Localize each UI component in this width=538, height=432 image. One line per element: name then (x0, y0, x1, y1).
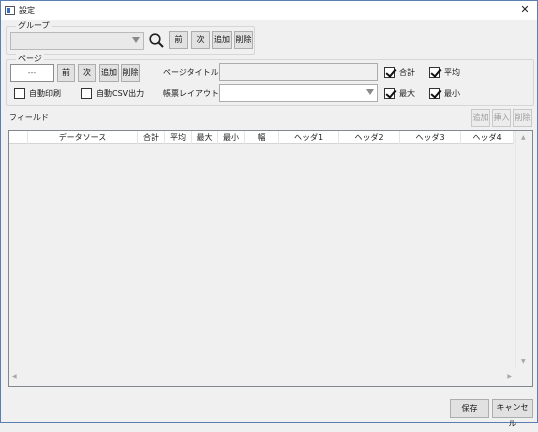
column-avg[interactable]: 平均 (165, 131, 192, 144)
page-title-label: ページタイトル： (163, 68, 227, 77)
settings-window: 設定 ✕ グループ 前 次 追加 削除 ページ --- 前 次 追加 削除 ペー… (0, 0, 538, 428)
layout-label: 帳票レイアウト： (163, 89, 227, 98)
group-add-button[interactable]: 追加 (212, 31, 232, 49)
fields-grid[interactable]: データソース 合計 平均 最大 最小 幅 ヘッダ1 ヘッダ2 ヘッダ3 ヘッダ4… (8, 130, 533, 387)
scroll-down-icon[interactable]: ▼ (521, 358, 526, 366)
chevron-down-icon (132, 37, 140, 43)
column-max[interactable]: 最大 (192, 131, 218, 144)
column-header3[interactable]: ヘッダ3 (400, 131, 461, 144)
group-select[interactable] (10, 32, 144, 50)
field-add-button[interactable]: 追加 (471, 109, 490, 127)
field-delete-button[interactable]: 削除 (513, 109, 532, 127)
window-title: 設定 (19, 6, 35, 15)
column-min[interactable]: 最小 (218, 131, 245, 144)
max-checkbox[interactable] (384, 88, 395, 99)
page-delete-button[interactable]: 削除 (121, 64, 140, 82)
field-insert-button[interactable]: 挿入 (492, 109, 511, 127)
column-header4[interactable]: ヘッダ4 (461, 131, 514, 144)
group-legend: グループ (16, 21, 52, 31)
grid-header: データソース 合計 平均 最大 最小 幅 ヘッダ1 ヘッダ2 ヘッダ3 ヘッダ4 (9, 131, 514, 144)
save-button[interactable]: 保存 (450, 399, 489, 418)
page-legend: ページ (16, 54, 44, 64)
cancel-button[interactable]: キャンセル (492, 399, 533, 428)
avg-checkbox[interactable] (429, 67, 440, 78)
auto-print-label: 自動印刷 (29, 89, 61, 98)
vertical-scrollbar[interactable]: ▲ ▼ (515, 131, 532, 369)
avg-label: 平均 (444, 68, 460, 77)
layout-select[interactable] (219, 84, 378, 102)
group-next-button[interactable]: 次 (191, 31, 210, 49)
auto-csv-checkbox[interactable] (81, 88, 92, 99)
chevron-down-icon (366, 89, 374, 95)
group-prev-button[interactable]: 前 (169, 31, 188, 49)
horizontal-scrollbar[interactable]: ◀ ▶ (9, 369, 515, 386)
fields-label: フィールド (9, 113, 49, 122)
sum-label: 合計 (399, 68, 415, 77)
min-checkbox[interactable] (429, 88, 440, 99)
app-icon (5, 6, 15, 15)
page-next-button[interactable]: 次 (78, 64, 96, 82)
close-button[interactable]: ✕ (517, 2, 533, 18)
page-prev-button[interactable]: 前 (57, 64, 75, 82)
sum-checkbox[interactable] (384, 67, 395, 78)
group-delete-button[interactable]: 削除 (234, 31, 253, 49)
scroll-left-icon[interactable]: ◀ (12, 373, 17, 381)
row-header-column (9, 131, 28, 144)
page-number-field[interactable]: --- (10, 64, 54, 82)
scroll-up-icon[interactable]: ▲ (521, 134, 526, 142)
page-add-button[interactable]: 追加 (99, 64, 119, 82)
max-label: 最大 (399, 89, 415, 98)
page-title-field[interactable] (219, 63, 378, 81)
min-label: 最小 (444, 89, 460, 98)
column-width[interactable]: 幅 (245, 131, 279, 144)
column-sum[interactable]: 合計 (138, 131, 165, 144)
auto-csv-label: 自動CSV出力 (96, 89, 145, 98)
auto-print-checkbox[interactable] (14, 88, 25, 99)
column-header1[interactable]: ヘッダ1 (279, 131, 339, 144)
search-icon[interactable] (148, 32, 165, 49)
column-header2[interactable]: ヘッダ2 (339, 131, 400, 144)
title-bar: 設定 ✕ (1, 1, 537, 20)
scroll-right-icon[interactable]: ▶ (507, 373, 512, 381)
column-datasource[interactable]: データソース (28, 131, 138, 144)
